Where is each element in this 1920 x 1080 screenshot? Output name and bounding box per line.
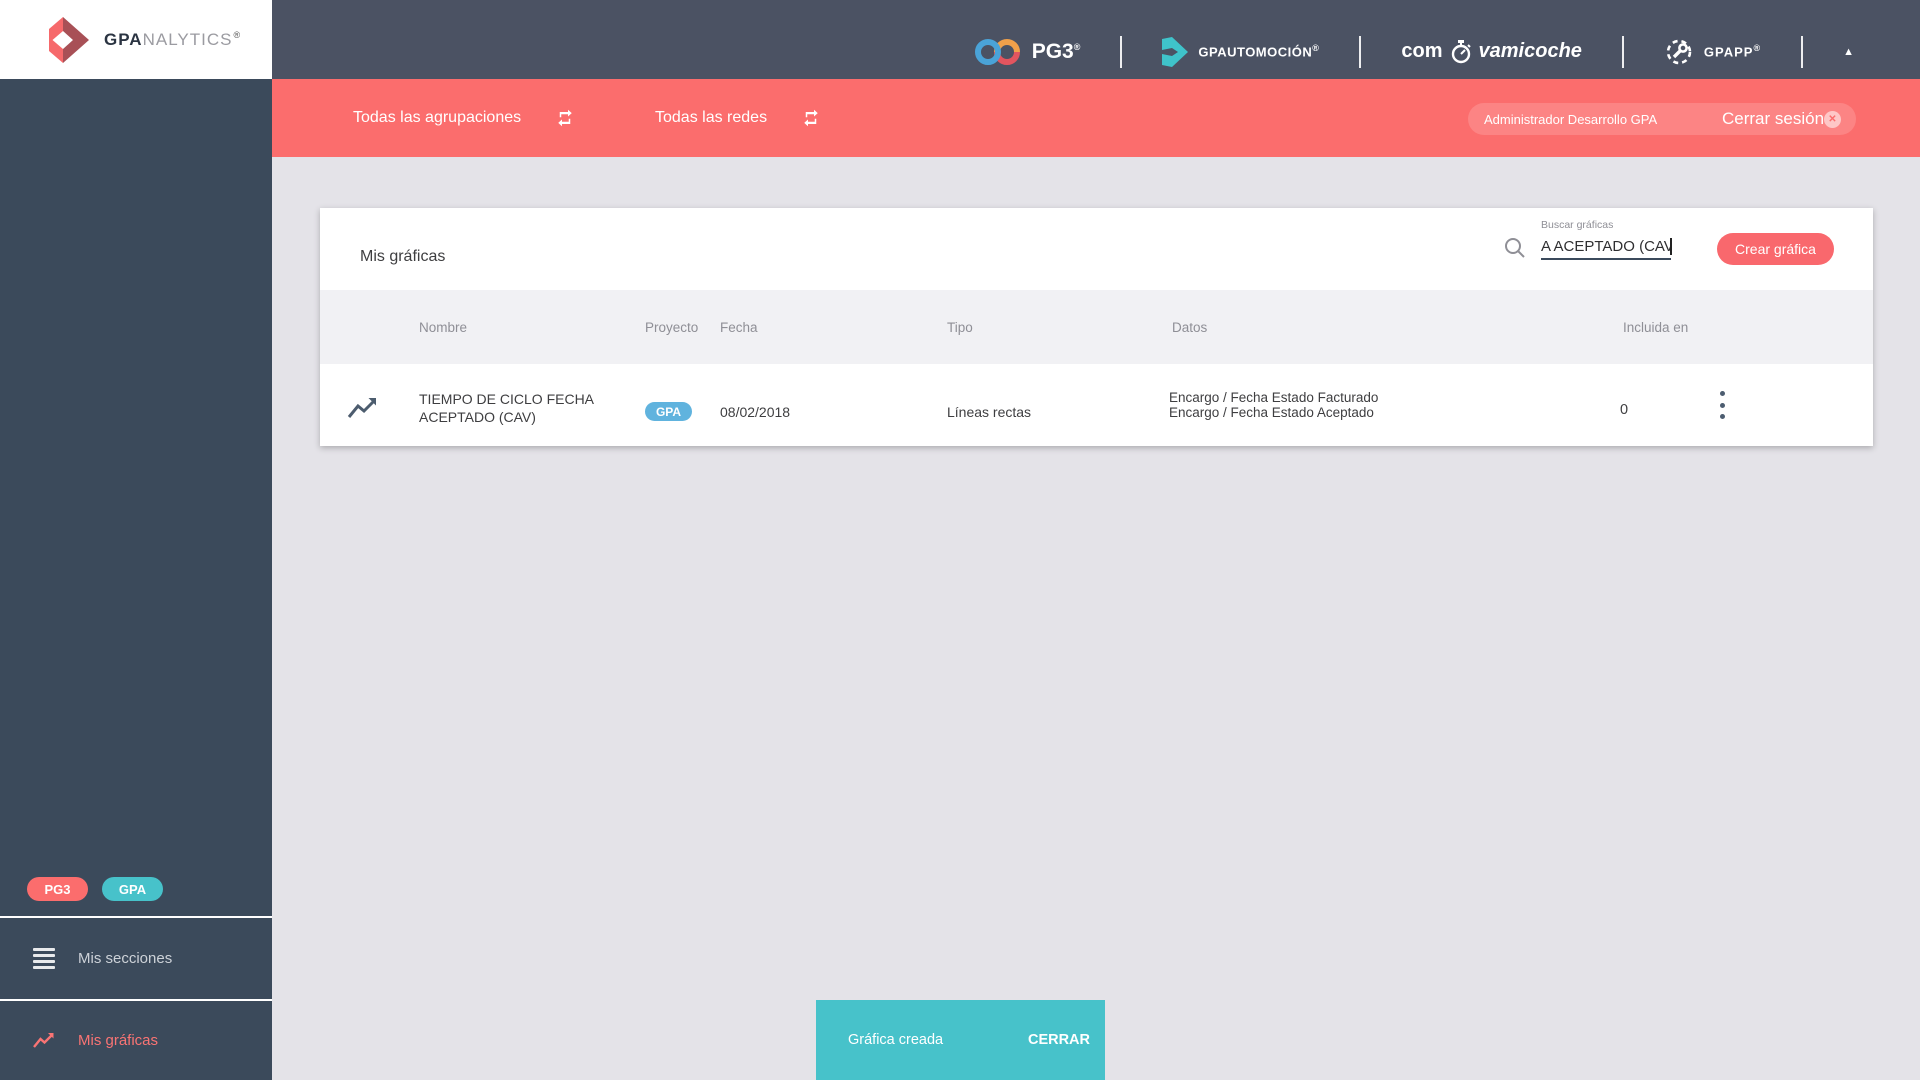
swap-icon [804,109,818,127]
project-badge: GPA [645,402,692,421]
row-menu-kebab-icon[interactable] [1712,391,1732,419]
topbar-divider [1359,35,1362,68]
cell-type: Líneas rectas [947,404,1032,420]
gpapp-label: GPAPP® [1703,43,1762,60]
table-header-row: Nombre Proyecto Fecha Tipo Datos Incluid… [320,290,1873,364]
cell-chart-name: TIEMPO DE CICLO FECHA ACEPTADO (CAV) [419,391,594,425]
networks-filter-label: Todas las redes [655,109,768,126]
groups-filter-select[interactable]: Todas las agrupaciones [353,79,575,157]
brand-pg3[interactable]: PG3® [974,35,1081,69]
swap-icon [558,109,572,127]
search-icon[interactable] [1503,236,1527,260]
cell-date: 08/02/2018 [720,404,791,420]
toast-notification: Gráfica creada CERRAR [816,1000,1105,1080]
logout-button[interactable]: Cerrar sesión [1722,109,1824,129]
header-nombre: Nombre [419,319,468,335]
user-session-pill: Administrador Desarrollo GPA Cerrar sesi… [1468,103,1856,135]
table-row[interactable]: TIEMPO DE CICLO FECHA ACEPTADO (CAV) GPA… [320,364,1873,446]
toast-close-button[interactable]: CERRAR [1028,1032,1090,1048]
sidebar-item-label: Mis gráficas [78,1032,159,1049]
badge-pg3: PG3 [27,877,88,901]
sidebar-logo[interactable]: GPANALYTICS® [0,0,272,79]
text-caret [1670,238,1672,255]
top-brand-bar: PG3® GPAUTOMOCIÓN® com vamicoche GPAPP® … [272,0,1920,79]
gpapp-wrench-icon [1666,39,1692,64]
sidebar-item-mis-secciones[interactable]: Mis secciones [0,918,272,999]
collapse-topbar-button[interactable]: ▲ [1843,46,1854,58]
toast-message: Gráfica creada [848,1032,944,1048]
badge-gpa: GPA [102,877,163,901]
topbar-divider [1120,35,1123,68]
networks-filter-select[interactable]: Todas las redes [655,79,821,157]
filter-bar: Todas las agrupaciones Todas las redes A… [272,79,1920,157]
header-proyecto: Proyecto [645,319,699,335]
sidebar: GPANALYTICS® PG3 GPA Mis secciones Mis g… [0,0,272,1080]
line-chart-icon [33,1032,54,1048]
compravamicoche-rest-label: vamicoche [1478,40,1582,62]
user-name: Administrador Desarrollo GPA [1484,111,1658,127]
groups-filter-label: Todas las agrupaciones [353,109,522,126]
gpautomocion-arrow-icon [1162,36,1189,67]
brand-gpautomocion[interactable]: GPAUTOMOCIÓN® [1162,36,1320,67]
header-tipo: Tipo [947,319,973,335]
app-root: PG3® GPAUTOMOCIÓN® com vamicoche GPAPP® … [0,0,1920,1080]
gpanalytics-arrow-icon [49,16,89,63]
page-title: Mis gráficas [360,248,446,265]
header-incluida-en: Incluida en [1623,319,1689,335]
topbar-divider [1621,35,1624,68]
charts-card: Mis gráficas Buscar gráficas Crear gráfi… [320,208,1873,446]
search-input[interactable] [1541,235,1671,260]
line-chart-icon [347,398,376,418]
sidebar-item-mis-graficas[interactable]: Mis gráficas [0,1001,272,1080]
pg3-infinity-icon [974,38,1020,65]
menu-icon [33,948,55,969]
stopwatch-icon [1451,39,1471,63]
gpautomocion-label: GPAUTOMOCIÓN® [1198,43,1320,60]
cell-included-in: 0 [1620,402,1629,418]
cell-data-series: Encargo / Fecha Estado Facturado Encargo… [1169,390,1378,420]
pg3-label: PG3® [1031,39,1081,63]
logout-x-icon[interactable]: ✕ [1824,110,1841,128]
compravamicoche-com-label: com [1401,40,1443,62]
search-input-label: Buscar gráficas [1541,219,1614,231]
header-fecha: Fecha [720,319,758,335]
header-datos: Datos [1172,319,1208,335]
brand-compravamicoche[interactable]: com vamicoche [1401,39,1582,65]
sidebar-item-label: Mis secciones [78,950,173,967]
brand-gpapp[interactable]: GPAPP® [1664,37,1761,67]
topbar-divider [1801,35,1804,68]
sidebar-badges: PG3 GPA [27,877,163,901]
create-chart-button[interactable]: Crear gráfica [1717,233,1834,265]
data-series-line-1: Encargo / Fecha Estado Facturado [1169,390,1379,405]
gpanalytics-label: GPANALYTICS® [104,29,242,49]
data-series-line-2: Encargo / Fecha Estado Aceptado [1169,405,1374,420]
